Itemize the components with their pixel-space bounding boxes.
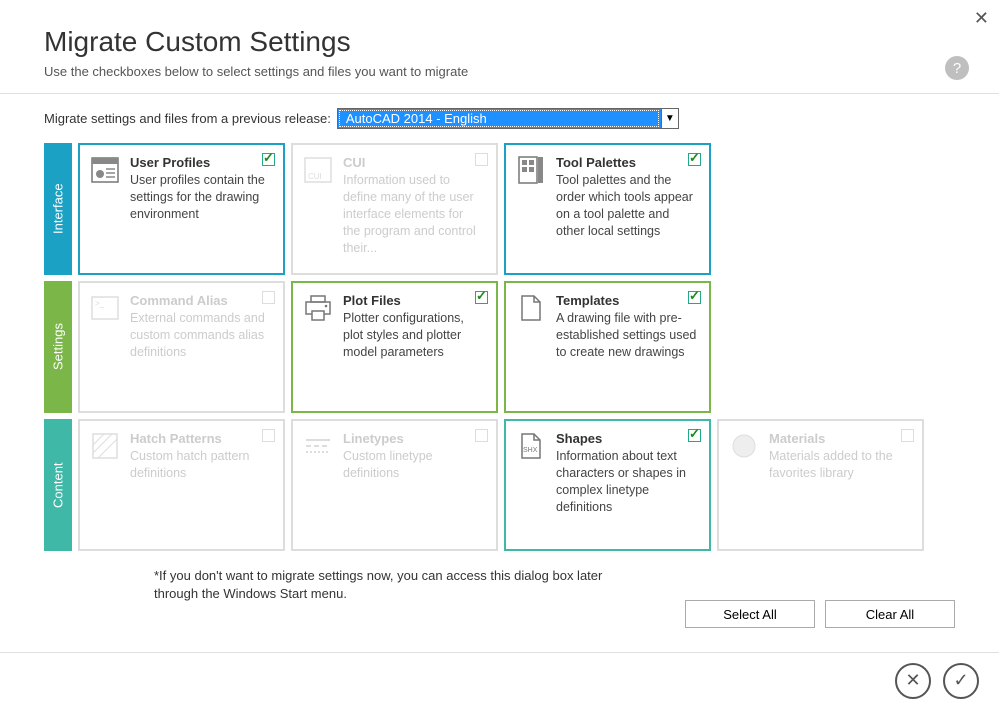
clear-all-button[interactable]: Clear All [825, 600, 955, 628]
checkbox[interactable] [688, 429, 701, 442]
card-hatch-patterns[interactable]: Hatch Patterns Custom hatch pattern defi… [78, 419, 285, 551]
card-cui[interactable]: CUI CUI Information used to define many … [291, 143, 498, 275]
card-desc: Tool palettes and the order which tools … [556, 172, 697, 240]
footer-note: *If you don't want to migrate settings n… [44, 557, 604, 603]
card-title: Materials [769, 431, 910, 446]
section-tab-interface: Interface [44, 143, 72, 275]
card-desc: A drawing file with pre-established sett… [556, 310, 697, 361]
checkbox[interactable] [688, 291, 701, 304]
card-desc: Custom linetype definitions [343, 448, 484, 482]
terminal-icon: >_ [90, 293, 120, 323]
card-title: Command Alias [130, 293, 271, 308]
card-desc: User profiles contain the settings for t… [130, 172, 271, 223]
card-title: Templates [556, 293, 697, 308]
card-title: Hatch Patterns [130, 431, 271, 446]
card-desc: Plotter configurations, plot styles and … [343, 310, 484, 361]
card-shapes[interactable]: SHX Shapes Information about text charac… [504, 419, 711, 551]
card-desc: External commands and custom commands al… [130, 310, 271, 361]
empty-slot [717, 281, 924, 413]
checkbox[interactable] [901, 429, 914, 442]
card-title: CUI [343, 155, 484, 170]
card-desc: Information about text characters or sha… [556, 448, 697, 516]
file-icon [516, 293, 546, 323]
release-dropdown[interactable]: AutoCAD 2014 - English ▼ [337, 108, 679, 129]
svg-text:SHX: SHX [523, 447, 538, 454]
card-title: Shapes [556, 431, 697, 446]
linetype-icon [303, 431, 333, 461]
release-label: Migrate settings and files from a previo… [44, 111, 331, 126]
cancel-button[interactable]: ✕ [895, 663, 931, 699]
card-user-profiles[interactable]: User Profiles User profiles contain the … [78, 143, 285, 275]
user-profile-icon [90, 155, 120, 185]
chevron-down-icon[interactable]: ▼ [661, 108, 679, 129]
svg-text:CUI: CUI [308, 172, 322, 181]
release-value: AutoCAD 2014 - English [337, 108, 661, 129]
card-desc: Information used to define many of the u… [343, 172, 484, 256]
section-tab-settings: Settings [44, 281, 72, 413]
page-subtitle: Use the checkboxes below to select setti… [44, 64, 955, 79]
page-title: Migrate Custom Settings [44, 26, 955, 58]
checkbox[interactable] [262, 291, 275, 304]
card-tool-palettes[interactable]: Tool Palettes Tool palettes and the orde… [504, 143, 711, 275]
card-templates[interactable]: Templates A drawing file with pre-establ… [504, 281, 711, 413]
printer-icon [303, 293, 333, 323]
card-title: Tool Palettes [556, 155, 697, 170]
material-icon [729, 431, 759, 461]
svg-text:>_: >_ [95, 299, 105, 308]
hatch-icon [90, 431, 120, 461]
card-title: Plot Files [343, 293, 484, 308]
divider [0, 93, 999, 94]
help-icon[interactable]: ? [945, 56, 969, 80]
select-all-button[interactable]: Select All [685, 600, 815, 628]
card-linetypes[interactable]: Linetypes Custom linetype definitions [291, 419, 498, 551]
card-title: Linetypes [343, 431, 484, 446]
checkbox[interactable] [688, 153, 701, 166]
palette-icon [516, 155, 546, 185]
checkbox[interactable] [475, 153, 488, 166]
empty-slot [717, 143, 924, 275]
card-title: User Profiles [130, 155, 271, 170]
cui-icon: CUI [303, 155, 333, 185]
card-materials[interactable]: Materials Materials added to the favorit… [717, 419, 924, 551]
card-desc: Custom hatch pattern definitions [130, 448, 271, 482]
checkbox[interactable] [475, 291, 488, 304]
checkbox[interactable] [262, 429, 275, 442]
section-tab-content: Content [44, 419, 72, 551]
card-command-alias[interactable]: >_ Command Alias External commands and c… [78, 281, 285, 413]
card-desc: Materials added to the favorites library [769, 448, 910, 482]
ok-button[interactable]: ✓ [943, 663, 979, 699]
window-close-icon[interactable]: ✕ [974, 8, 989, 29]
card-plot-files[interactable]: Plot Files Plotter configurations, plot … [291, 281, 498, 413]
checkbox[interactable] [262, 153, 275, 166]
shx-file-icon: SHX [516, 431, 546, 461]
checkbox[interactable] [475, 429, 488, 442]
